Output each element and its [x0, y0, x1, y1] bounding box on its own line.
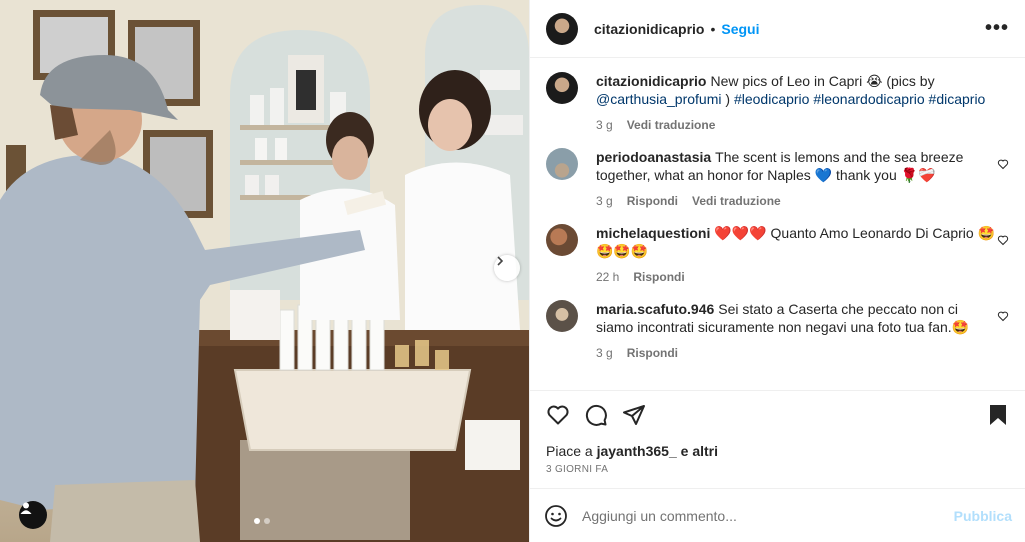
reply-button[interactable]: Rispondi — [627, 192, 678, 210]
comment-timestamp: 3 g — [596, 346, 613, 360]
post-date: 3 GIORNI FA — [546, 464, 609, 475]
post-photo[interactable] — [0, 0, 529, 542]
bookmark-icon[interactable] — [987, 403, 1009, 427]
comment-username[interactable]: periodoanastasia — [596, 149, 711, 165]
like-comment-icon[interactable] — [997, 310, 1009, 322]
comment-composer: Pubblica — [530, 488, 1025, 542]
avatar[interactable] — [546, 224, 578, 256]
list-item: periodoanastasia The scent is lemons and … — [546, 148, 1009, 210]
comment-icon[interactable] — [584, 403, 608, 427]
caption: citazionidicaprio New pics of Leo in Capr… — [546, 72, 1009, 134]
avatar[interactable] — [546, 12, 578, 45]
photo-illustration — [0, 0, 529, 542]
caption-username[interactable]: citazionidicaprio — [596, 73, 706, 89]
comment-username[interactable]: maria.scafuto.946 — [596, 301, 714, 317]
see-translation-button[interactable]: Vedi traduzione — [692, 192, 781, 210]
liker-username[interactable]: jayanth365_ — [597, 443, 677, 459]
header-username[interactable]: citazionidicaprio — [594, 21, 704, 37]
comment-input[interactable] — [582, 507, 954, 524]
comment-timestamp: 22 h — [596, 270, 620, 284]
post-header: citazionidicaprio • Segui ••• — [530, 0, 1025, 58]
likes-summary: Piace a jayanth365_ e altri — [546, 443, 1009, 459]
publish-button[interactable]: Pubblica — [954, 508, 1012, 524]
avatar[interactable] — [546, 72, 578, 104]
caption-mention-link[interactable]: @carthusia_profumi — [596, 91, 722, 107]
carousel-dot — [264, 518, 270, 524]
caption-text: New pics of Leo in Capri 😭 (pics by — [710, 73, 935, 89]
like-comment-icon[interactable] — [997, 234, 1009, 246]
post-viewer: citazionidicaprio • Segui ••• citazionid… — [0, 0, 1025, 542]
caption-mention-close: ) — [721, 91, 734, 107]
caption-hashtags[interactable]: #leodicaprio #leonardodicaprio #dicaprio — [734, 91, 985, 107]
avatar[interactable] — [546, 148, 578, 180]
comments-list[interactable]: citazionidicaprio New pics of Leo in Capr… — [530, 58, 1025, 390]
tagged-users-button[interactable] — [19, 501, 47, 529]
heart-icon[interactable] — [546, 403, 570, 427]
likes-prefix: Piace a — [546, 443, 593, 459]
post-side-panel: citazionidicaprio • Segui ••• citazionid… — [529, 0, 1025, 542]
share-icon[interactable] — [622, 403, 646, 427]
caption-timestamp: 3 g — [596, 118, 613, 132]
comment-timestamp: 3 g — [596, 194, 613, 208]
carousel-next-button[interactable] — [494, 255, 520, 281]
carousel-indicator — [254, 518, 270, 524]
user-icon — [20, 502, 32, 514]
header-separator: • — [710, 20, 716, 37]
likes-suffix[interactable]: e altri — [681, 443, 718, 459]
like-comment-icon[interactable] — [997, 158, 1009, 170]
reply-button[interactable]: Rispondi — [633, 268, 684, 286]
list-item: maria.scafuto.946 Sei stato a Caserta che… — [546, 300, 1009, 362]
more-options-button[interactable]: ••• — [985, 17, 1009, 40]
avatar[interactable] — [546, 300, 578, 332]
reply-button[interactable]: Rispondi — [627, 344, 678, 362]
carousel-dot — [254, 518, 260, 524]
follow-button[interactable]: Segui — [721, 21, 759, 37]
list-item: michelaquestioni ❤️❤️❤️ Quanto Amo Leonar… — [546, 224, 1009, 286]
comment-username[interactable]: michelaquestioni — [596, 225, 710, 241]
chevron-right-icon — [497, 256, 504, 266]
see-translation-button[interactable]: Vedi traduzione — [627, 116, 716, 134]
emoji-icon[interactable] — [544, 504, 568, 528]
